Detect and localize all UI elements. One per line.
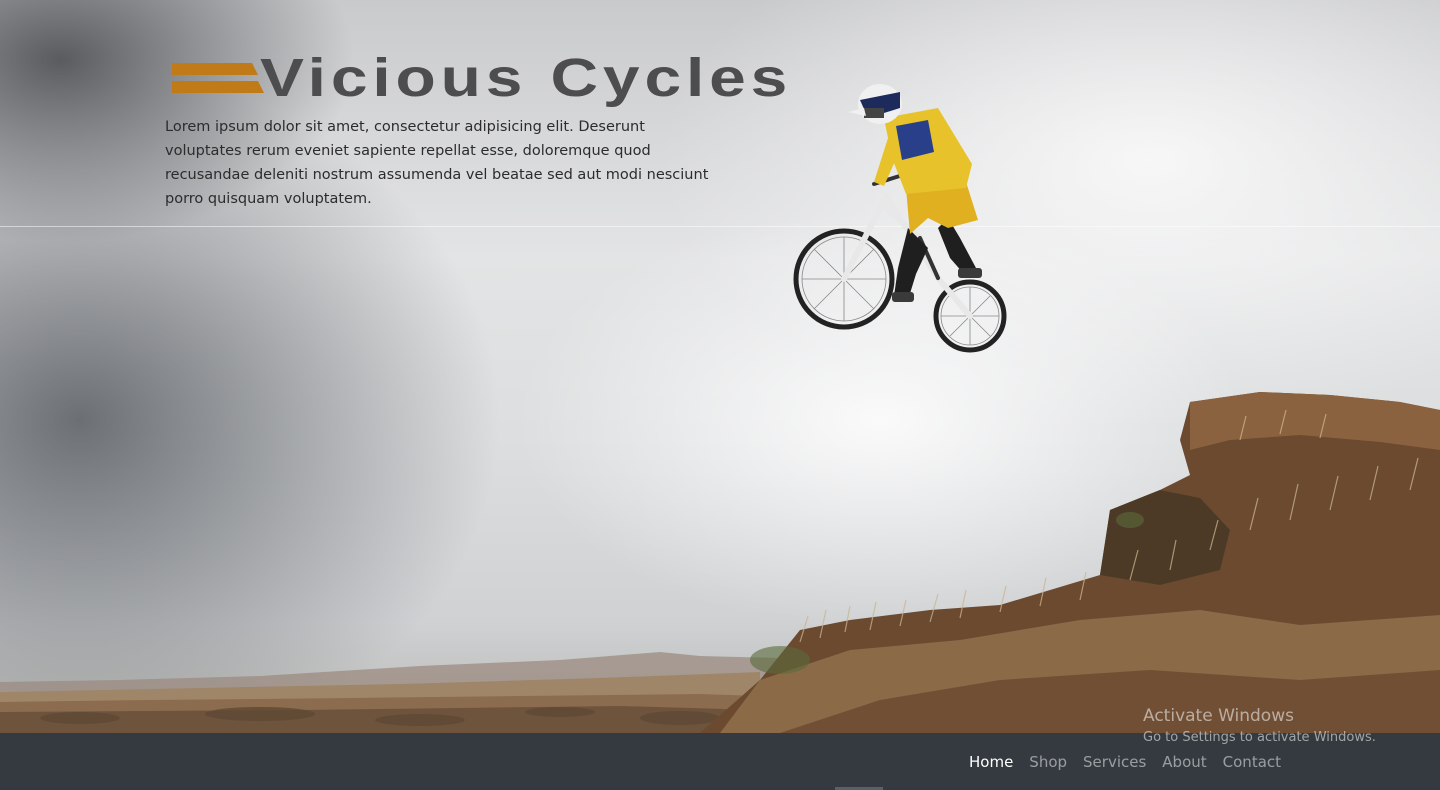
nav-link-home[interactable]: Home — [961, 753, 1021, 771]
rock-cliff-image — [700, 392, 1440, 733]
nav-link-shop[interactable]: Shop — [1021, 753, 1075, 771]
brand-logo[interactable]: Vicious Cycles — [172, 51, 787, 105]
logo-stripes-icon — [172, 63, 264, 93]
nav-link-contact[interactable]: Contact — [1215, 753, 1289, 771]
nav-menu: Home Shop Services About Contact — [961, 733, 1289, 790]
mountain-biker-image — [793, 84, 1007, 353]
nav-link-services[interactable]: Services — [1075, 753, 1154, 771]
brand-name: Vicious Cycles — [260, 48, 793, 108]
nav-link-about[interactable]: About — [1154, 753, 1214, 771]
main-navbar: Home Shop Services About Contact — [0, 733, 1440, 790]
hero-section: Vicious Cycles Lorem ipsum dolor sit ame… — [0, 0, 1440, 733]
hero-divider — [0, 226, 1440, 227]
hero-intro-text: Lorem ipsum dolor sit amet, consectetur … — [165, 119, 709, 207]
